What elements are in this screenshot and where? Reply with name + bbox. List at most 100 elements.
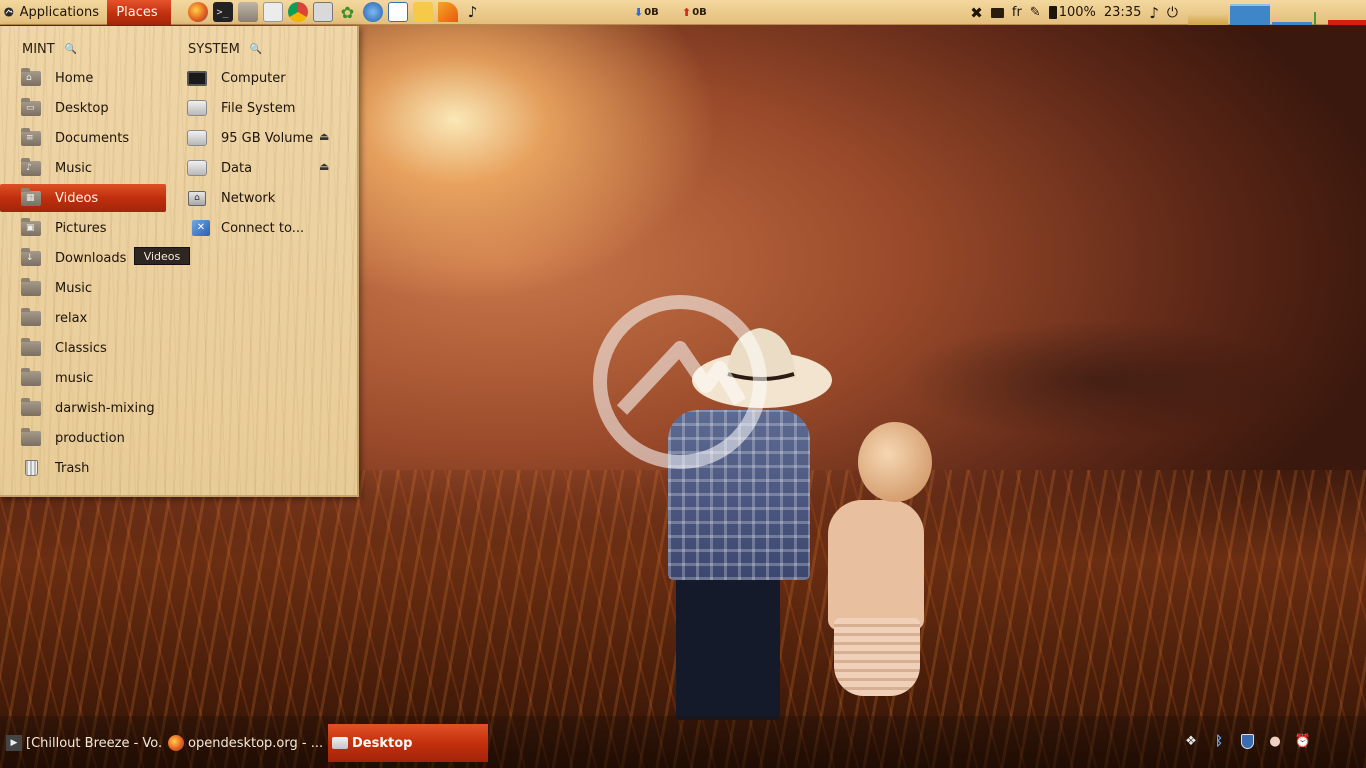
place-item-videos[interactable]: ▦ Videos <box>0 184 166 212</box>
videos-folder-icon: ▦ <box>20 187 42 207</box>
task-label: [Chillout Breeze - Vo... <box>26 735 162 751</box>
system-monitor-graph[interactable] <box>1188 0 1366 25</box>
disk-graph <box>1314 12 1326 25</box>
pictures-folder-icon: ▣ <box>20 217 42 237</box>
place-item-trash[interactable]: Trash <box>0 454 166 482</box>
battery-value: 100% <box>1058 5 1096 20</box>
arrow-up-icon: ⬆ <box>682 6 692 19</box>
drive-icon <box>186 99 208 117</box>
system-item-label: Connect to... <box>221 220 305 236</box>
documents-folder-icon: ≡ <box>20 127 42 147</box>
place-item-label: music <box>55 370 94 386</box>
keyboard-layout-indicator[interactable]: fr <box>1012 5 1022 20</box>
music-note-icon[interactable]: ♪ <box>463 2 483 22</box>
system-item-computer[interactable]: Computer <box>166 64 346 92</box>
place-item-label: Videos <box>55 190 99 206</box>
wallpaper-girl-skirt <box>834 618 920 696</box>
place-item-label: Music <box>55 280 92 296</box>
trash-icon <box>20 459 42 477</box>
system-item-label: 95 GB Volume <box>221 130 314 146</box>
videos-tooltip: Videos <box>134 247 190 265</box>
firefox-icon[interactable] <box>187 2 208 22</box>
system-item-file-system[interactable]: File System <box>166 94 346 122</box>
place-item-home[interactable]: ⌂ Home <box>0 64 166 92</box>
downloads-folder-icon: ↓ <box>20 247 42 267</box>
place-item-label: Desktop <box>55 100 109 116</box>
drive-icon <box>186 159 208 177</box>
dropbox-icon[interactable]: ❖ <box>1182 732 1200 750</box>
places-menu-button[interactable]: Places <box>107 0 171 25</box>
system-item-label: Computer <box>221 70 286 86</box>
place-item-production[interactable]: production <box>0 424 166 452</box>
load-graph <box>1328 20 1366 25</box>
place-item-music[interactable]: ♪ Music <box>0 154 166 182</box>
shield-icon[interactable] <box>1238 732 1256 750</box>
music-folder-icon: ♪ <box>20 157 42 177</box>
place-item-label: darwish-mixing <box>55 400 155 416</box>
place-item-relax[interactable]: relax <box>0 304 166 332</box>
folder-icon <box>20 307 42 327</box>
place-item-darwish-mixing[interactable]: darwish-mixing <box>0 394 166 422</box>
place-item-pictures[interactable]: ▣ Pictures <box>0 214 134 242</box>
battery-indicator[interactable]: 100% <box>1048 5 1096 20</box>
desktop-folder-icon: ▭ <box>20 97 42 117</box>
slice-icon[interactable] <box>437 2 458 22</box>
task-desktop[interactable]: Desktop <box>328 724 488 762</box>
close-x-icon[interactable]: ✖ <box>970 4 983 22</box>
place-item-documents[interactable]: ≡ Documents <box>0 124 166 152</box>
system-column-header: SYSTEM 🔍 <box>188 42 262 57</box>
wallpaper-girl-head <box>858 422 932 502</box>
eject-icon[interactable]: ⏏ <box>319 130 329 143</box>
applications-label: Applications <box>19 4 99 20</box>
mint-column-header: MINT 🔍 <box>22 42 77 57</box>
task-media-player[interactable]: ▶ [Chillout Breeze - Vo... <box>2 724 162 762</box>
cheese-icon[interactable] <box>412 2 433 22</box>
pen-icon[interactable]: ✎ <box>1030 5 1041 20</box>
place-item-label: Music <box>55 160 92 176</box>
cannabis-icon[interactable]: ✿ <box>338 2 358 22</box>
search-icon[interactable]: 🔍 <box>250 44 262 55</box>
folder-tray-icon[interactable] <box>990 7 1004 18</box>
place-item-music-lower[interactable]: music <box>0 364 166 392</box>
folder-icon <box>20 397 42 417</box>
text-editor-icon[interactable] <box>387 2 408 22</box>
battery-icon <box>1048 6 1057 19</box>
clock[interactable]: 23:35 <box>1104 5 1141 20</box>
drive-icon <box>186 129 208 147</box>
place-item-desktop[interactable]: ▭ Desktop <box>0 94 166 122</box>
terminal-icon[interactable]: >_ <box>212 2 233 22</box>
update-icon[interactable] <box>362 2 383 22</box>
wallpaper-boy-pants <box>676 570 780 720</box>
place-item-classics[interactable]: Classics <box>0 334 166 362</box>
system-item-network[interactable]: ⌂ Network <box>166 184 346 212</box>
places-label: Places <box>116 4 158 20</box>
net-upload-value: 0B <box>692 7 707 18</box>
place-item-label: production <box>55 430 125 446</box>
alarm-clock-icon[interactable]: ⏰ <box>1294 732 1312 750</box>
calculator-icon[interactable] <box>262 2 283 22</box>
search-icon[interactable]: 🔍 <box>65 44 77 55</box>
wallpaper-haze <box>900 320 1300 440</box>
firefox-icon <box>168 735 184 751</box>
notification-icon[interactable]: ● <box>1266 732 1284 750</box>
folder-icon <box>20 277 42 297</box>
folder-icon <box>20 337 42 357</box>
place-item-label: Trash <box>55 460 90 476</box>
power-icon[interactable]: ⏻ <box>1167 5 1178 21</box>
files-icon[interactable] <box>237 2 258 22</box>
system-item-connect-to[interactable]: ✕ Connect to... <box>190 214 346 242</box>
applications-menu-button[interactable]: Applications <box>0 0 107 25</box>
eject-icon[interactable]: ⏏ <box>319 160 329 173</box>
sound-icon[interactable]: ♪ <box>1149 4 1159 22</box>
chrome-icon[interactable] <box>287 2 308 22</box>
place-item-bookmark-music[interactable]: Music <box>0 274 166 302</box>
screenshot-icon[interactable] <box>312 2 333 22</box>
folder-icon <box>20 367 42 387</box>
place-item-label: Downloads <box>55 250 127 266</box>
connect-server-icon: ✕ <box>190 219 212 237</box>
folder-icon <box>20 427 42 447</box>
task-browser[interactable]: opendesktop.org - ... <box>164 724 324 762</box>
net-upload-indicator: ⬆ 0B <box>682 6 707 19</box>
place-item-label: Documents <box>55 130 130 146</box>
bluetooth-icon[interactable]: ᛒ <box>1210 732 1228 750</box>
